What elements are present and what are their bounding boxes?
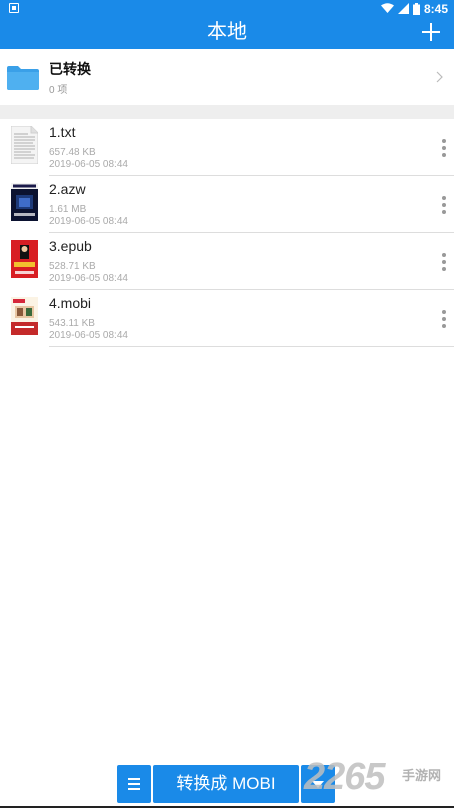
app-bar: 本地 <box>0 17 454 49</box>
file-row[interactable]: 3.epub 528.71 KB 2019-06-05 08:44 <box>0 233 454 290</box>
file-name: 3.epub <box>49 238 92 254</box>
txt-file-icon <box>11 126 38 164</box>
section-divider <box>0 105 454 119</box>
file-size: 1.61 MB <box>49 204 87 215</box>
book-cover-thumbnail <box>11 240 38 278</box>
file-date: 2019-06-05 08:44 <box>49 216 128 227</box>
folder-icon <box>7 66 39 90</box>
bottom-toolbar: 转换成 MOBI <box>117 765 335 803</box>
page-title: 本地 <box>207 21 247 43</box>
file-list: 1.txt 657.48 KB 2019-06-05 08:44 2.azw 1… <box>0 119 454 347</box>
folder-title: 已转换 <box>49 61 91 77</box>
watermark-logo: 2265 手游网 <box>304 756 454 808</box>
converted-folder-row[interactable]: 已转换 0 项 <box>0 49 454 105</box>
file-row[interactable]: 2.azw 1.61 MB 2019-06-05 08:44 <box>0 176 454 233</box>
file-size: 543.11 KB <box>49 318 95 329</box>
file-name: 4.mobi <box>49 295 92 311</box>
chevron-right-icon <box>436 71 443 83</box>
file-date: 2019-06-05 08:44 <box>49 159 128 170</box>
signal-icon <box>397 3 409 14</box>
file-size: 528.71 KB <box>49 261 96 272</box>
status-bar: 8:45 <box>0 0 454 17</box>
more-options-icon[interactable] <box>439 310 449 330</box>
notification-app-icon <box>9 3 19 13</box>
book-cover-thumbnail <box>11 297 38 335</box>
more-options-icon[interactable] <box>439 253 449 273</box>
watermark-text: 手游网 <box>402 768 442 783</box>
file-size: 657.48 KB <box>49 147 96 158</box>
menu-icon[interactable] <box>117 765 151 803</box>
file-row[interactable]: 1.txt 657.48 KB 2019-06-05 08:44 <box>0 119 454 176</box>
file-date: 2019-06-05 08:44 <box>49 273 128 284</box>
book-cover-thumbnail <box>11 183 38 221</box>
wifi-icon <box>380 3 394 13</box>
battery-icon <box>412 2 420 15</box>
status-time: 8:45 <box>423 1 448 16</box>
folder-item-count: 0 项 <box>49 85 68 96</box>
more-options-icon[interactable] <box>439 139 449 159</box>
status-indicators: 8:45 <box>380 0 448 17</box>
watermark-number: 2265 <box>304 756 386 798</box>
file-name: 1.txt <box>49 124 76 140</box>
file-name: 2.azw <box>49 181 86 197</box>
more-options-icon[interactable] <box>439 196 449 216</box>
file-date: 2019-06-05 08:44 <box>49 330 128 341</box>
add-button[interactable] <box>420 21 442 43</box>
convert-button[interactable]: 转换成 MOBI <box>153 765 299 803</box>
file-row[interactable]: 4.mobi 543.11 KB 2019-06-05 08:44 <box>0 290 454 347</box>
